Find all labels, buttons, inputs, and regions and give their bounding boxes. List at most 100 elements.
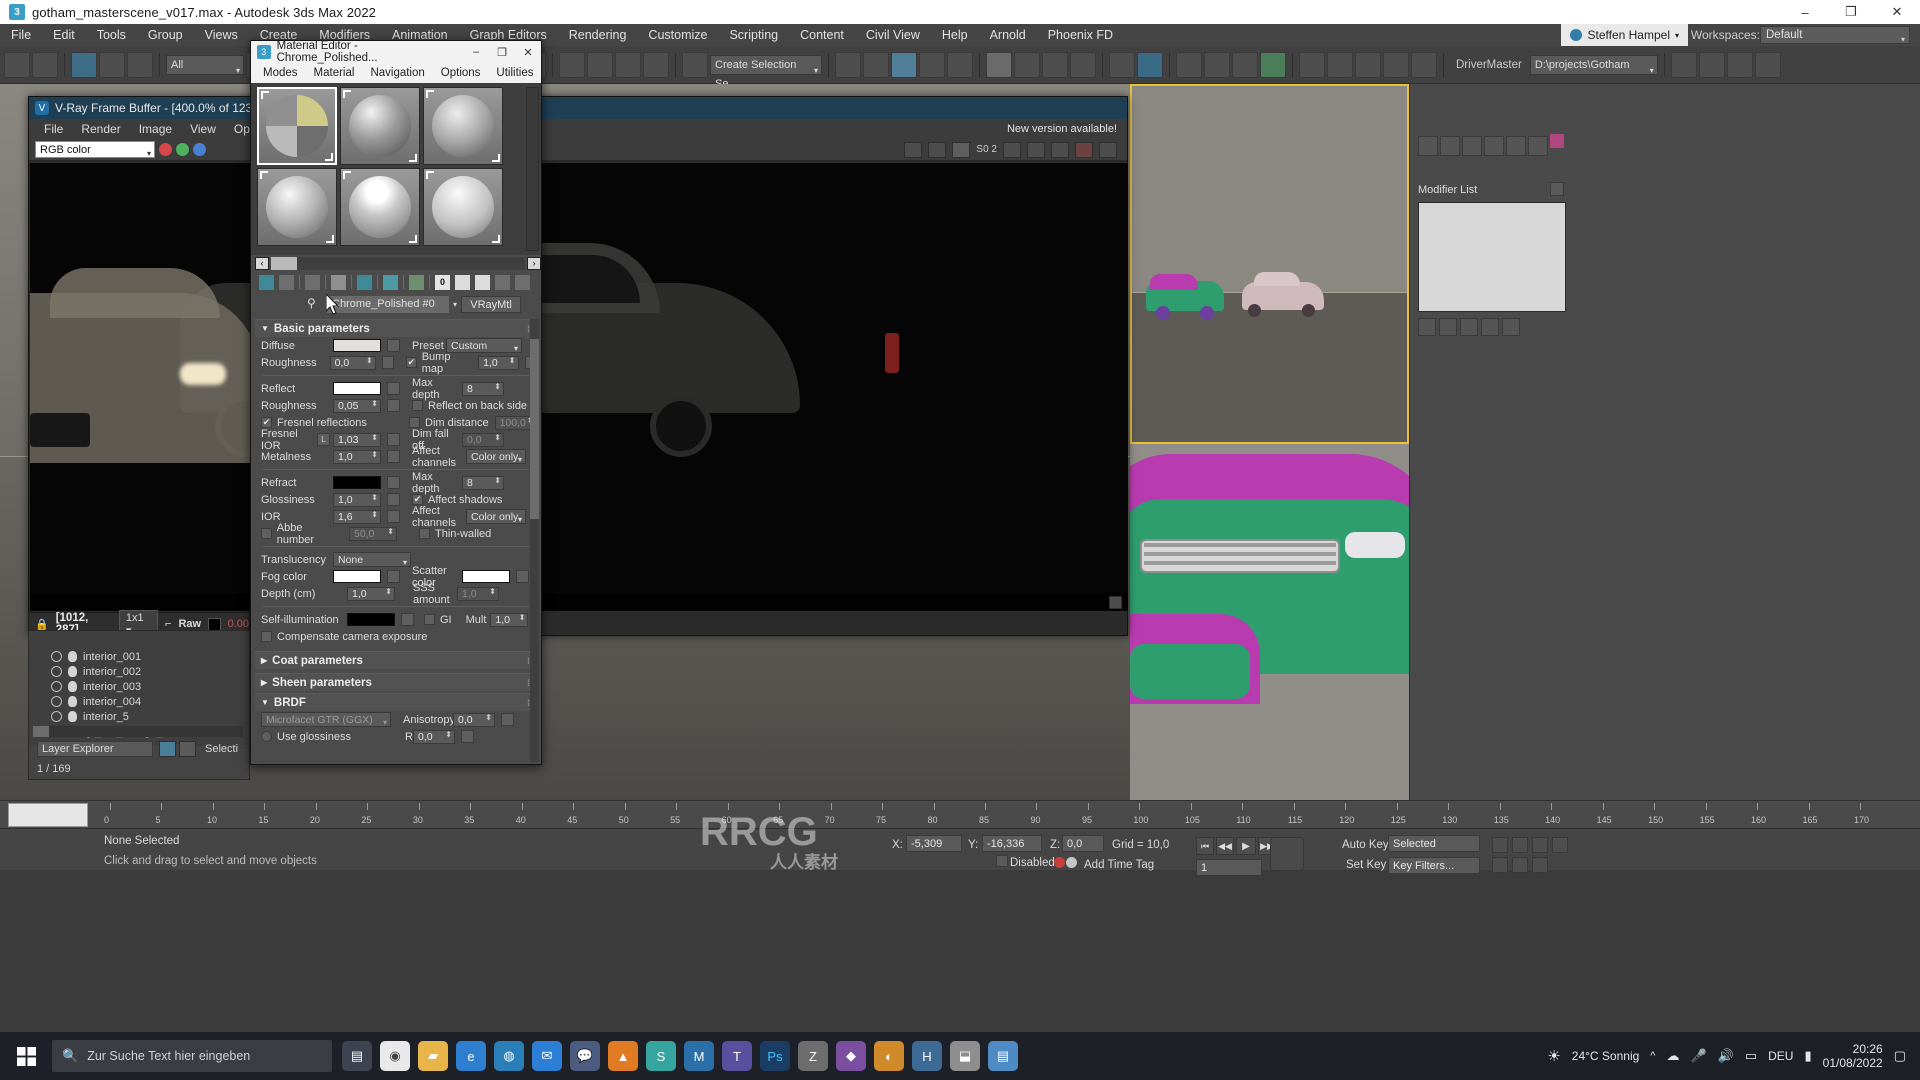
cloud-sync-icon[interactable]: ☁ xyxy=(1666,1048,1679,1064)
reflect-color-swatch[interactable] xyxy=(333,382,381,395)
command-panel[interactable]: Modifier List xyxy=(1409,84,1920,800)
sample-slot-1[interactable] xyxy=(257,87,337,165)
render-production-button[interactable] xyxy=(1070,51,1096,78)
channel-b-icon[interactable] xyxy=(1027,141,1045,158)
chat-icon[interactable]: 💬 xyxy=(570,1041,600,1071)
project-path-combo[interactable]: D:\projects\Gotham ▾ xyxy=(1529,54,1658,75)
light-bulb-icon[interactable] xyxy=(68,651,77,662)
anisotropy-map-button[interactable] xyxy=(501,713,514,726)
taskbar-apps[interactable]: ▤ ◉ ▰ e ◍ ✉ 💬 ▲ S M T Ps Z ◆ ◐ H ⬓ ▤ xyxy=(342,1041,1018,1071)
save-image-icon[interactable] xyxy=(904,141,923,158)
current-frame-field[interactable]: 1 xyxy=(1196,859,1262,876)
sort-by-layer-button[interactable] xyxy=(159,741,176,757)
bind-space-warp-button[interactable] xyxy=(127,51,153,78)
previous-frame-button[interactable]: ◀◀ xyxy=(1216,837,1234,855)
window-controls[interactable]: – ❐ ✕ xyxy=(1782,0,1920,24)
dim-distance-checkbox[interactable] xyxy=(409,417,420,428)
time-slider-handle[interactable] xyxy=(8,803,88,827)
material-parameters-body[interactable]: ▼ Basic parameters ⁞ Diffuse Preset Cust… xyxy=(255,319,537,762)
save-icon[interactable] xyxy=(409,274,424,290)
row-roughness-basic[interactable]: Roughness 0,0 ⬍ ✔ Bump map 1,0 ⬍ xyxy=(255,351,537,375)
reflect-roughness-spinner[interactable]: 0,05 ⬍ xyxy=(333,398,381,413)
rendered-frame-window-button[interactable] xyxy=(1042,51,1068,78)
spinner-arrows-icon[interactable]: ⬍ xyxy=(494,382,501,390)
material-editor-window[interactable]: 3 Material Editor - Chrome_Polished... –… xyxy=(250,40,542,765)
sample-slot-6[interactable] xyxy=(423,168,503,246)
phoenix-grid-button[interactable] xyxy=(1232,51,1258,78)
edge-icon[interactable]: e xyxy=(456,1041,486,1071)
sample-slot-2[interactable] xyxy=(340,87,420,165)
menu-item-content[interactable]: Content xyxy=(789,24,855,46)
self-illumination-swatch[interactable] xyxy=(347,613,395,626)
stop-icon[interactable] xyxy=(1075,141,1093,158)
vray-light-lister-button[interactable] xyxy=(1327,51,1353,78)
photoshop-icon[interactable]: Ps xyxy=(760,1041,790,1071)
zbrush-icon[interactable]: Z xyxy=(798,1041,828,1071)
project-folder-button[interactable] xyxy=(1754,51,1781,78)
mail-icon[interactable]: ✉ xyxy=(532,1041,562,1071)
notification-icon[interactable]: ▢ xyxy=(1894,1048,1906,1064)
rotation-map-button[interactable] xyxy=(460,730,474,743)
scroll-right-button[interactable]: › xyxy=(527,256,541,270)
show-end-result-button[interactable] xyxy=(1439,318,1457,336)
zoom-extents-icon[interactable] xyxy=(1552,837,1568,853)
use-glossiness-radio[interactable] xyxy=(261,731,272,742)
go-forward-icon[interactable] xyxy=(515,274,530,290)
row-reflect-roughness[interactable]: Roughness 0,05 ⬍ Reflect on back side xyxy=(255,397,537,414)
windows-icon[interactable] xyxy=(0,1032,52,1080)
vray-frame-buffer-button[interactable] xyxy=(1299,51,1325,78)
row-depth-cm[interactable]: Depth (cm) 1,0 ⬍ SSS amount 1,0 ⬍ xyxy=(255,582,537,606)
coord-x-field[interactable]: -5,309 xyxy=(906,835,962,852)
spinner-arrows-icon[interactable]: ⬍ xyxy=(445,730,452,738)
firefox-icon[interactable]: ◍ xyxy=(494,1041,524,1071)
scroll-left-button[interactable] xyxy=(33,726,49,737)
windows-taskbar[interactable]: 🔍 Zur Suche Text hier eingeben ▤ ◉ ▰ e ◍… xyxy=(0,1032,1920,1080)
chevron-down-icon[interactable]: ▾ xyxy=(453,300,457,309)
command-panel-tabs[interactable] xyxy=(1418,136,1548,156)
row-self-illumination[interactable]: Self-illumination GI Mult 1,0 ⬍ xyxy=(255,611,537,628)
vfb-menu-image[interactable]: Image xyxy=(130,119,181,139)
vray-toolbar-5-button[interactable] xyxy=(1411,51,1437,78)
menu-item-civil-view[interactable]: Civil View xyxy=(855,24,931,46)
refresh-icon[interactable] xyxy=(1051,141,1069,158)
snap-toggle-button[interactable] xyxy=(559,51,585,78)
network-icon[interactable]: ▭ xyxy=(1745,1048,1757,1064)
vfb-stamp-settings-icon[interactable] xyxy=(1109,596,1122,609)
depth-cm-spinner[interactable]: 1,0 ⬍ xyxy=(347,586,395,601)
thin-walled-checkbox[interactable] xyxy=(419,528,430,539)
lock-selection-icon[interactable] xyxy=(996,855,1008,867)
spinner-arrows-icon[interactable]: ⬍ xyxy=(366,356,373,364)
configure-modifier-sets-button[interactable] xyxy=(1502,318,1520,336)
microphone-icon[interactable]: 🎤 xyxy=(1690,1048,1706,1064)
gi-checkbox[interactable] xyxy=(424,614,435,625)
mult-spinner[interactable]: 1,0 ⬍ xyxy=(490,612,529,627)
reset-map-icon[interactable] xyxy=(331,274,346,290)
clock[interactable]: 20:26 01/08/2022 xyxy=(1823,1042,1883,1070)
me-close-button[interactable]: ✕ xyxy=(515,41,541,63)
task-view-icon[interactable]: ▤ xyxy=(342,1041,372,1071)
fresnel-ior-lock-button[interactable]: L xyxy=(317,433,330,446)
menu-item-phoenix-fd[interactable]: Phoenix FD xyxy=(1037,24,1124,46)
material-type-button[interactable]: VRayMtl xyxy=(461,295,522,313)
battery-icon[interactable]: ▮ xyxy=(1804,1048,1811,1064)
channel-green-toggle[interactable] xyxy=(176,143,189,156)
row-refract[interactable]: Refract Max depth 8 ⬍ xyxy=(255,471,537,495)
material-editor-toolbar[interactable]: 0 xyxy=(251,271,541,293)
rotation-spinner[interactable]: 0,0 ⬍ xyxy=(412,729,455,744)
put-to-library-icon[interactable] xyxy=(383,274,398,290)
maximize-button[interactable]: ❐ xyxy=(1828,0,1874,24)
scroll-thumb[interactable] xyxy=(530,339,539,519)
material-params-scrollbar[interactable] xyxy=(530,319,539,762)
region-render-icon[interactable] xyxy=(952,141,971,158)
list-item[interactable]: interior_001 xyxy=(29,649,249,664)
diffuse-color-swatch[interactable] xyxy=(333,339,381,352)
chrome-icon[interactable]: ◉ xyxy=(380,1041,410,1071)
angle-snap-button[interactable] xyxy=(587,51,613,78)
copy-image-icon[interactable] xyxy=(928,141,947,158)
rollout-basic-parameters[interactable]: ▼ Basic parameters ⁞ xyxy=(255,319,537,337)
horizontal-scrollbar[interactable] xyxy=(33,726,243,737)
folder-icon[interactable]: ▰ xyxy=(418,1041,448,1071)
vfb-channel-bar[interactable]: RGB color ▾ S0 2 xyxy=(29,139,1127,161)
me-menu-utilities[interactable]: Utilities xyxy=(488,63,541,83)
row-translucency[interactable]: Translucency None ▾ xyxy=(255,551,537,568)
